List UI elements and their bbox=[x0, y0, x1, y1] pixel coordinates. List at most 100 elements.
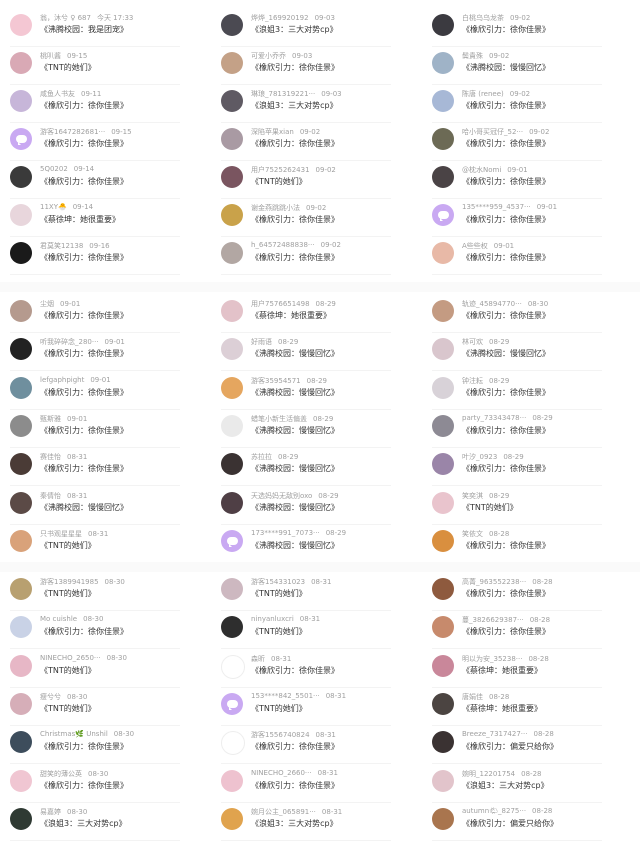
user-name[interactable]: 只书观星星星 bbox=[40, 530, 82, 538]
avatar[interactable] bbox=[221, 166, 243, 188]
avatar[interactable] bbox=[221, 731, 245, 756]
avatar[interactable] bbox=[221, 204, 243, 226]
avatar[interactable] bbox=[432, 453, 454, 476]
reader-list-item[interactable]: Mo cuishle 08-30 《橡欣引力：徐你佳景》 bbox=[10, 614, 210, 652]
avatar[interactable] bbox=[221, 414, 243, 437]
avatar[interactable] bbox=[432, 692, 454, 715]
reader-list-item[interactable]: 游客1556740824 08-31 《橡欣引力：徐你佳景》 bbox=[221, 729, 421, 767]
user-name[interactable]: 婉明_12201754 bbox=[462, 770, 515, 778]
reader-list-item[interactable]: 好雨语 08-29 《沸腾校园：慢慢回忆》 bbox=[221, 336, 421, 374]
reader-list-item[interactable]: 叶汐_0923 08-29 《橡欣引力：徐你佳景》 bbox=[432, 451, 632, 489]
book-title[interactable]: 《TNT的她们》 bbox=[251, 176, 307, 187]
reader-list-item[interactable]: party_73343478··· 08-29 《橡欣引力：徐你佳景》 bbox=[432, 413, 632, 451]
book-title[interactable]: 《橡欣引力：徐你佳景》 bbox=[40, 741, 128, 752]
book-title[interactable]: 《橡欣引力：徐你佳景》 bbox=[462, 176, 550, 187]
book-title[interactable]: 《橡欣引力：徐你佳景》 bbox=[40, 176, 128, 187]
reader-list-item[interactable]: 天选妈妈无敌别oxo 08-29 《沸腾校园：慢慢回忆》 bbox=[221, 490, 421, 528]
book-title[interactable]: 《TNT的她们》 bbox=[251, 588, 307, 599]
avatar[interactable] bbox=[221, 578, 243, 600]
reader-list-item[interactable]: 笑奕淇 08-29 《TNT的她们》 bbox=[432, 490, 632, 528]
avatar[interactable] bbox=[432, 578, 454, 600]
reader-list-item[interactable]: 林可欢 08-29 《沸腾校园：慢慢回忆》 bbox=[432, 336, 632, 374]
book-title[interactable]: 《沸腾校园：慢慢回忆》 bbox=[40, 502, 128, 513]
book-title[interactable]: 《橡欣引力：徐你佳景》 bbox=[462, 138, 550, 149]
user-name[interactable]: party_73343478··· bbox=[462, 414, 526, 422]
avatar[interactable] bbox=[432, 616, 454, 639]
avatar[interactable] bbox=[432, 376, 454, 399]
reader-list-item[interactable]: A些些权 09-01 《橡欣引力：徐你佳景》 bbox=[432, 240, 632, 278]
reader-list-item[interactable]: lefgaphpight 09-01 《橡欣引力：徐你佳景》 bbox=[10, 375, 210, 413]
reader-list-item[interactable]: 用户7576651498 08-29 《蔡徐坤：她很重要》 bbox=[221, 298, 421, 336]
user-name[interactable]: 咸鱼人书友 bbox=[40, 90, 75, 98]
reader-list-item[interactable]: 蜡笔小新生活偏盖 08-29 《沸腾校园：慢慢回忆》 bbox=[221, 413, 421, 451]
default-app-avatar[interactable] bbox=[10, 128, 32, 150]
book-title[interactable]: 《橡欣引力：徐你佳景》 bbox=[40, 425, 128, 436]
reader-list-item[interactable]: 只书观星星星 08-31 《TNT的她们》 bbox=[10, 528, 210, 566]
book-title[interactable]: 《橡欣引力：徐你佳景》 bbox=[40, 348, 128, 359]
avatar[interactable] bbox=[221, 376, 243, 399]
avatar[interactable] bbox=[10, 300, 32, 322]
book-title[interactable]: 《橡欣引力：徐你佳景》 bbox=[462, 252, 550, 263]
avatar[interactable] bbox=[10, 90, 32, 112]
book-title[interactable]: 《蔡徐坤：她很重要》 bbox=[462, 703, 542, 714]
default-app-avatar[interactable] bbox=[432, 204, 454, 226]
user-name[interactable]: h_64572488838··· bbox=[251, 241, 315, 249]
avatar[interactable] bbox=[10, 242, 32, 264]
user-name[interactable]: 173****991_7073··· bbox=[251, 529, 320, 537]
avatar[interactable] bbox=[10, 453, 32, 476]
avatar[interactable] bbox=[432, 300, 454, 322]
book-title[interactable]: 《橡欣引力：偏爱只给你》 bbox=[462, 741, 558, 752]
user-name[interactable]: 哈小哥买冠仔_52··· bbox=[462, 128, 523, 136]
book-title[interactable]: 《TNT的她们》 bbox=[40, 665, 96, 676]
book-title[interactable]: 《TNT的她们》 bbox=[251, 703, 307, 714]
user-name[interactable]: NINECHO_2660··· bbox=[251, 769, 312, 777]
avatar[interactable] bbox=[10, 731, 32, 754]
user-name[interactable]: 游客154331023 bbox=[251, 578, 305, 586]
user-name[interactable]: 鬓貴殊 bbox=[462, 52, 483, 60]
book-title[interactable]: 《橡欣引力：徐你佳景》 bbox=[462, 214, 550, 225]
avatar[interactable] bbox=[10, 692, 32, 715]
user-name[interactable]: 烨烨_169920192 bbox=[251, 14, 309, 22]
book-title[interactable]: 《橡欣引力：徐你佳景》 bbox=[462, 24, 550, 35]
book-title[interactable]: 《浪姐3：三大对势cp》 bbox=[251, 24, 338, 35]
user-name[interactable]: 深陷苹果xian bbox=[251, 128, 294, 136]
reader-list-item[interactable]: 轨迹_45894770··· 08-30 《橡欣引力：徐你佳景》 bbox=[432, 298, 632, 336]
avatar[interactable] bbox=[10, 166, 32, 188]
user-name[interactable]: 白桃乌乌龙茶 bbox=[462, 14, 504, 22]
book-title[interactable]: 《蔡徐坤：她很重要》 bbox=[40, 214, 120, 225]
reader-list-item[interactable]: 甜笑的薄公英 08-30 《橡欣引力：徐你佳景》 bbox=[10, 768, 210, 806]
book-title[interactable]: 《沸腾校园：慢慢回忆》 bbox=[251, 540, 339, 551]
avatar[interactable] bbox=[10, 14, 32, 36]
default-app-avatar[interactable] bbox=[221, 529, 243, 552]
reader-list-item[interactable]: 笑依文 08-28 《橡欣引力：徐你佳景》 bbox=[432, 528, 632, 566]
avatar[interactable] bbox=[221, 807, 243, 830]
avatar[interactable] bbox=[10, 616, 32, 639]
user-name[interactable]: 153****842_5501··· bbox=[251, 692, 320, 700]
avatar[interactable] bbox=[10, 578, 32, 600]
book-title[interactable]: 《沸腾校园：慢慢回忆》 bbox=[251, 463, 339, 474]
book-title[interactable]: 《浪姐3：三大对势cp》 bbox=[251, 818, 338, 829]
book-title[interactable]: 《橡欣引力：徐你佳景》 bbox=[462, 626, 550, 637]
user-name[interactable]: 桃叭酱 bbox=[40, 52, 61, 60]
book-title[interactable]: 《浪姐3：三大对势cp》 bbox=[251, 100, 338, 111]
reader-list-item[interactable]: 婉明_12201754 08-28 《浪姐3：三大对势cp》 bbox=[432, 768, 632, 806]
book-title[interactable]: 《橡欣引力：徐你佳景》 bbox=[40, 387, 128, 398]
reader-list-item[interactable]: autumn🌤_8275··· 08-28 《橡欣引力：偏爱只给你》 bbox=[432, 806, 632, 844]
reader-list-item[interactable]: 甄斯雅 09-01 《橡欣引力：徐你佳景》 bbox=[10, 413, 210, 451]
reader-list-item[interactable]: 鬓貴殊 09-02 《沸腾校园：慢慢回忆》 bbox=[432, 50, 632, 88]
avatar[interactable] bbox=[221, 491, 243, 514]
avatar[interactable] bbox=[10, 414, 32, 437]
user-name[interactable]: 甄斯雅 bbox=[40, 415, 61, 423]
user-name[interactable]: Christmas🌿 Unshil bbox=[40, 730, 108, 738]
user-name[interactable]: 游客35954571 bbox=[251, 377, 301, 385]
book-title[interactable]: 《浪姐3：三大对势cp》 bbox=[40, 818, 127, 829]
avatar[interactable] bbox=[432, 166, 454, 188]
book-title[interactable]: 《蔡徐坤：她很重要》 bbox=[251, 310, 331, 321]
avatar[interactable] bbox=[10, 338, 32, 361]
reader-list-item[interactable]: @枕水Nomi 09-01 《橡欣引力：徐你佳景》 bbox=[432, 164, 632, 202]
avatar[interactable] bbox=[221, 242, 243, 264]
user-name[interactable]: 好雨语 bbox=[251, 338, 272, 346]
reader-list-item[interactable]: 桃叭酱 09-15 《TNT的她们》 bbox=[10, 50, 210, 88]
book-title[interactable]: 《橡欣引力：徐你佳景》 bbox=[462, 100, 550, 111]
reader-list-item[interactable]: 深陷苹果xian 09-02 《橡欣引力：徐你佳景》 bbox=[221, 126, 421, 164]
